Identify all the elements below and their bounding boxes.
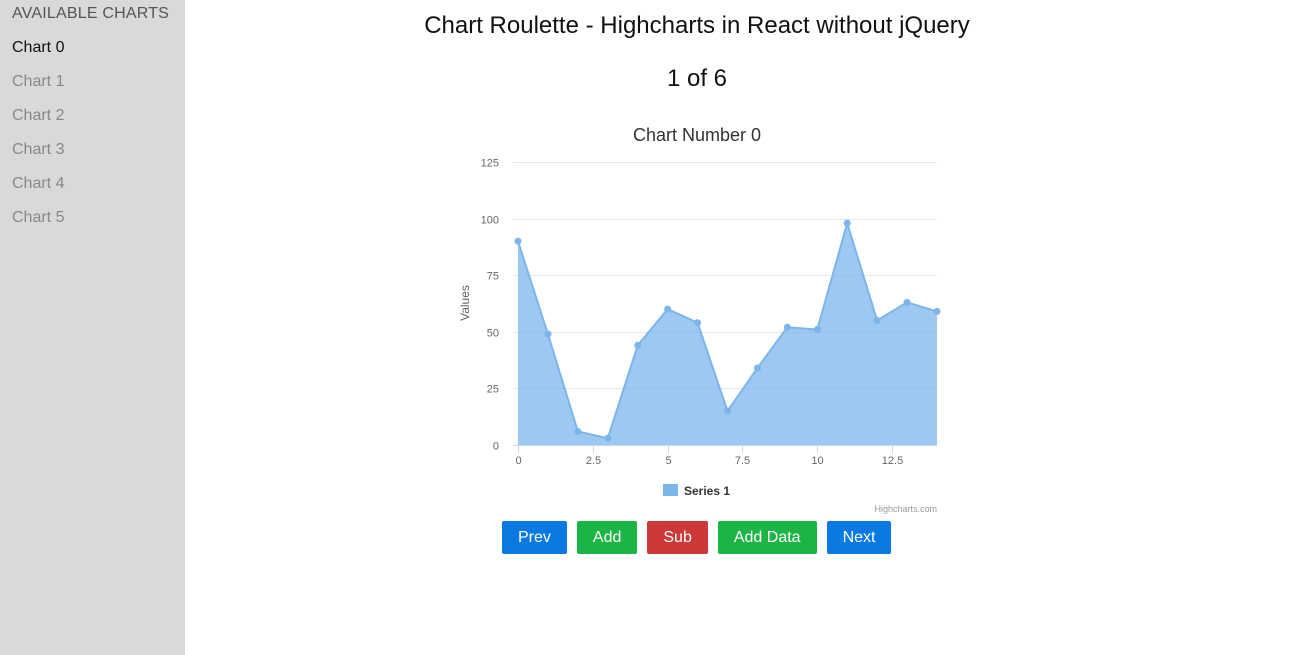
data-point-7[interactable] [724,407,731,415]
x-tick-label-5: 12.5 [882,455,903,467]
x-tick-label-1: 2.5 [586,455,601,467]
data-point-5[interactable] [664,305,672,313]
sidebar-heading: AVAILABLE CHARTS [12,5,170,22]
data-point-6[interactable] [694,319,702,327]
data-point-8[interactable] [753,364,761,372]
y-tick-label-5: 125 [481,158,499,170]
chart-legend[interactable]: Series 1 [663,484,730,498]
chart-title: Chart Number 0 [633,125,761,145]
chart-counter: 1 of 6 [666,65,728,92]
data-point-4[interactable] [634,341,642,349]
legend-item-series-1[interactable]: Series 1 [684,484,730,498]
x-tick-label-0: 0 [515,455,521,467]
x-tick-label-4: 10 [811,455,823,467]
y-tick-label-4: 100 [481,215,499,227]
legend-swatch [663,484,678,496]
y-tick-label-2: 50 [487,328,499,340]
chart-controls: Prev Add Sub Add Data Next [502,521,892,554]
next-button[interactable]: Next [826,521,892,554]
sidebar-item-chart-4[interactable]: Chart 4 [12,175,64,209]
add-data-button[interactable]: Add Data [717,521,817,554]
credits-link[interactable]: Highcharts.com [874,504,937,514]
sub-button[interactable]: Sub [647,521,708,554]
sidebar-item-chart-2[interactable]: Chart 2 [12,107,64,141]
data-point-13[interactable] [903,298,911,306]
data-point-10[interactable] [813,326,821,334]
page-title: Chart Roulette - Highcharts in React wit… [424,12,970,39]
data-point-9[interactable] [783,323,791,331]
area-chart: Chart Number 0 0 25 50 75 100 125 0 2.5 5 7.5 10 12… [458,125,941,514]
data-point-0[interactable] [514,237,522,245]
sidebar-item-chart-0[interactable]: Chart 0 [12,39,64,73]
sidebar: AVAILABLE CHARTS Chart 0 Chart 1 Chart 2… [0,0,185,655]
sidebar-item-chart-1[interactable]: Chart 1 [12,73,64,107]
y-tick-label-1: 25 [487,384,499,396]
chart-list: Chart 0 Chart 1 Chart 2 Chart 3 Chart 4 … [12,39,64,243]
data-point-2[interactable] [574,427,582,435]
data-point-1[interactable] [544,330,552,338]
x-tick-label-2: 5 [665,455,671,467]
data-point-12[interactable] [873,316,881,324]
sidebar-item-chart-5[interactable]: Chart 5 [12,209,64,243]
x-tick-label-3: 7.5 [735,455,750,467]
data-point-11[interactable] [843,219,851,227]
add-button[interactable]: Add [576,521,638,554]
data-point-14[interactable] [933,307,941,315]
y-tick-label-0: 0 [493,441,499,453]
y-axis-title: Values [458,285,472,321]
y-tick-label-3: 75 [487,271,499,283]
prev-button[interactable]: Prev [502,521,567,554]
sidebar-item-chart-3[interactable]: Chart 3 [12,141,64,175]
data-point-3[interactable] [604,434,612,442]
